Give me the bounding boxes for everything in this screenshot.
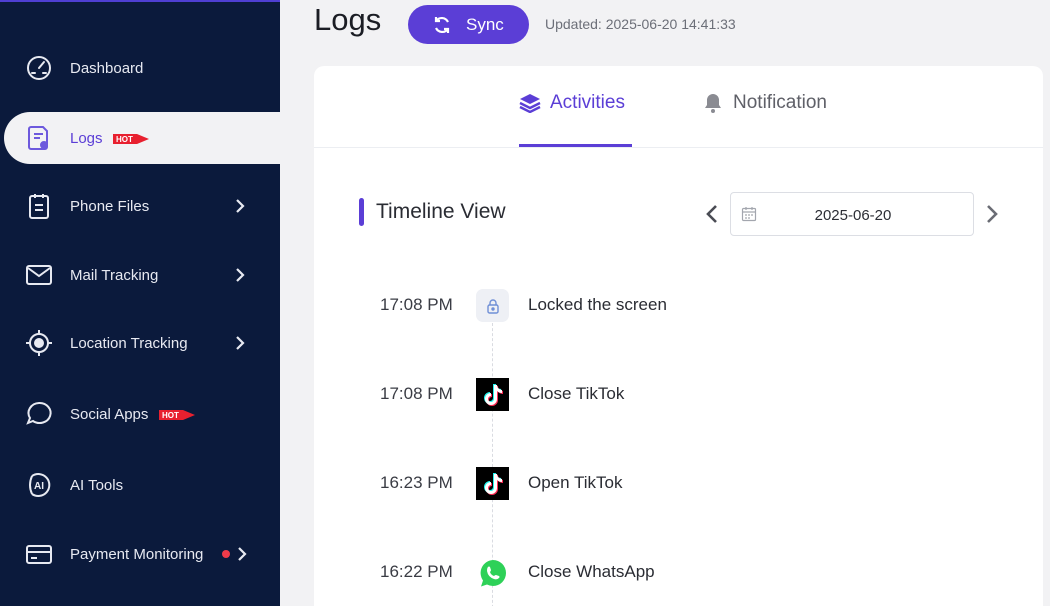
bell-icon (702, 92, 724, 114)
credit-card-icon (24, 539, 54, 569)
mail-icon (24, 260, 54, 290)
section-title: Timeline View (376, 200, 506, 223)
chat-bubble-icon (24, 399, 54, 429)
tiktok-icon (476, 467, 509, 500)
chevron-right-icon (236, 336, 245, 350)
notification-dot (222, 550, 230, 558)
timeline-event: 17:08 PM Locked the screen (314, 285, 1043, 325)
active-tab-indicator (519, 144, 632, 147)
hot-badge: HOT (158, 409, 195, 421)
layers-icon (519, 92, 541, 114)
tab-label: Notification (733, 92, 827, 113)
tiktok-icon (476, 378, 509, 411)
sidebar-item-ai-tools[interactable]: AI AI Tools (0, 459, 280, 511)
sidebar-item-label: Payment Monitoring (70, 545, 204, 563)
sidebar: Dashboard Logs HOT Phone Files Mail Trac… (0, 0, 280, 606)
sidebar-item-mail-tracking[interactable]: Mail Tracking (0, 249, 280, 301)
chevron-right-icon (987, 205, 998, 223)
sidebar-item-label: Mail Tracking (70, 266, 159, 284)
sidebar-item-label: Logs (70, 129, 103, 147)
next-day-button[interactable] (980, 202, 1004, 226)
event-time: 17:08 PM (380, 295, 453, 314)
sidebar-item-social-apps[interactable]: Social Apps HOT (0, 388, 280, 440)
whatsapp-icon (476, 556, 509, 589)
lock-icon (476, 289, 509, 322)
sidebar-item-location-tracking[interactable]: Location Tracking (0, 317, 280, 369)
date-picker-input[interactable]: 2025-06-20 (730, 192, 974, 236)
page-title: Logs (314, 2, 382, 37)
crosshair-icon (24, 328, 54, 358)
logs-card: Activities Notification Timeline View 20… (314, 66, 1043, 606)
chevron-left-icon (706, 205, 717, 223)
event-time: 17:08 PM (380, 384, 453, 403)
event-text: Close WhatsApp (528, 562, 655, 581)
sidebar-item-label: Dashboard (70, 59, 144, 77)
sidebar-item-label: AI Tools (70, 476, 124, 494)
hot-badge: HOT (112, 133, 149, 145)
event-text: Locked the screen (528, 295, 667, 314)
sidebar-item-label: Phone Files (70, 197, 150, 215)
event-text: Open TikTok (528, 473, 623, 492)
sidebar-item-phone-files[interactable]: Phone Files (0, 180, 280, 232)
timeline-event: 16:22 PM Close WhatsApp (314, 552, 1043, 592)
tab-activities[interactable]: Activities (519, 92, 625, 114)
document-icon (24, 123, 54, 153)
hot-badge-text: HOT (162, 411, 179, 420)
chevron-right-icon (238, 547, 247, 561)
sync-button-label: Sync (466, 14, 504, 34)
event-time: 16:23 PM (380, 473, 453, 492)
ai-icon: AI (24, 470, 54, 500)
sidebar-item-dashboard[interactable]: Dashboard (0, 42, 280, 94)
section-accent-bar (359, 198, 364, 226)
sync-icon (434, 16, 450, 33)
previous-day-button[interactable] (700, 202, 724, 226)
tab-notification[interactable]: Notification (702, 92, 827, 114)
sidebar-item-label: Social Apps (70, 405, 149, 423)
last-updated-text: Updated: 2025-06-20 14:41:33 (545, 16, 736, 32)
svg-text:AI: AI (34, 481, 44, 492)
event-time: 16:22 PM (380, 562, 453, 581)
sidebar-item-label: Location Tracking (70, 334, 188, 352)
date-value: 2025-06-20 (814, 207, 892, 224)
sidebar-item-payment-monitoring[interactable]: Payment Monitoring (0, 528, 280, 580)
timeline-event: 16:23 PM Open TikTok (314, 463, 1043, 503)
tab-label: Activities (550, 92, 625, 113)
tab-bar: Activities Notification (314, 66, 1043, 148)
sidebar-top-accent (0, 0, 280, 2)
clipboard-icon (24, 191, 54, 221)
sync-button[interactable]: Sync (408, 5, 529, 44)
timeline-event: 17:08 PM Close TikTok (314, 374, 1043, 414)
chevron-right-icon (236, 199, 245, 213)
hot-badge-text: HOT (116, 135, 133, 144)
sidebar-item-logs[interactable]: Logs HOT (4, 112, 280, 164)
gauge-icon (24, 53, 54, 83)
chevron-right-icon (236, 268, 245, 282)
event-text: Close TikTok (528, 384, 625, 403)
